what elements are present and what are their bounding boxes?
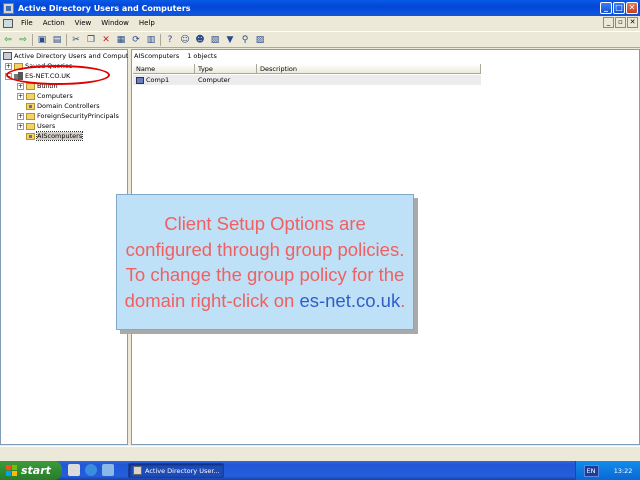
folder-icon <box>26 92 35 100</box>
filter-icon[interactable]: ▼ <box>224 34 236 46</box>
app-icon[interactable] <box>3 2 14 14</box>
details-count: 1 objects <box>187 52 217 60</box>
maximize-button[interactable]: □ <box>613 2 625 14</box>
tree-item-label: Users <box>37 122 56 130</box>
export-icon[interactable]: ▥ <box>145 34 157 46</box>
list-item[interactable]: Comp1 Computer <box>133 75 481 85</box>
system-tray: EN 13:22 <box>575 461 640 480</box>
cell-type: Computer <box>198 76 231 84</box>
ou-folder-icon <box>26 102 35 110</box>
cell-name: Comp1 <box>133 75 195 85</box>
new-group-icon[interactable]: ☻ <box>194 34 206 46</box>
callout-period: . <box>400 289 406 311</box>
menu-action[interactable]: Action <box>38 19 70 27</box>
add-to-group-icon[interactable]: ▨ <box>254 34 266 46</box>
details-header: AIScomputers 1 objects <box>134 52 217 62</box>
show-hide-tree-icon[interactable]: ▤ <box>51 34 63 46</box>
expand-icon[interactable]: + <box>17 112 24 120</box>
mdi-restore-button[interactable]: ▫ <box>615 17 626 28</box>
tree-item-aiscomputers[interactable]: AIScomputers <box>3 131 138 141</box>
clock[interactable]: 13:22 <box>614 467 633 475</box>
menu-bar: File Action View Window Help _ ▫ ✕ <box>0 16 640 30</box>
window-title: Active Directory Users and Computers <box>18 3 191 13</box>
mdi-minimize-button[interactable]: _ <box>603 17 614 28</box>
tree-item-label: AIScomputers <box>35 131 84 141</box>
find-icon[interactable]: ⚲ <box>239 34 251 46</box>
item-name: Comp1 <box>146 76 170 84</box>
tree-item-label: ForeignSecurityPrincipals <box>37 112 119 120</box>
back-icon[interactable]: ⇦ <box>2 34 14 46</box>
tree-item-users[interactable]: + Users <box>3 121 138 131</box>
app-icon <box>133 466 142 475</box>
ou-folder-icon <box>26 132 35 140</box>
callout-text: Client Setup Options are configured thro… <box>117 211 413 313</box>
copy-icon[interactable]: ❐ <box>85 34 97 46</box>
details-path: AIScomputers <box>134 52 180 60</box>
expand-icon[interactable]: + <box>5 62 12 70</box>
menu-file[interactable]: File <box>16 19 38 27</box>
explorer-icon[interactable] <box>102 464 114 476</box>
start-label: start <box>21 464 51 477</box>
cut-icon[interactable]: ✂ <box>70 34 82 46</box>
close-button[interactable]: ✕ <box>626 2 638 14</box>
up-icon[interactable]: ▣ <box>36 34 48 46</box>
quick-launch <box>68 464 114 476</box>
mdi-close-button[interactable]: ✕ <box>627 17 638 28</box>
no-expand-spacer <box>17 132 24 140</box>
tree-item-computers[interactable]: + Computers <box>3 91 138 101</box>
instruction-callout: Client Setup Options are configured thro… <box>116 194 414 330</box>
mdi-window-icon[interactable] <box>2 18 13 28</box>
taskbar-item-label: Active Directory User... <box>145 466 220 475</box>
mdi-controls: _ ▫ ✕ <box>603 17 638 28</box>
start-button[interactable]: start <box>0 461 62 480</box>
toolbar-separator <box>160 33 161 46</box>
expand-icon[interactable]: + <box>17 122 24 130</box>
new-user-icon[interactable]: ☺ <box>179 34 191 46</box>
column-header-description[interactable]: Description <box>257 64 481 74</box>
column-header-name[interactable]: Name <box>133 64 195 74</box>
help-icon[interactable]: ? <box>164 34 176 46</box>
directory-root-icon <box>3 52 12 60</box>
menu-window[interactable]: Window <box>96 19 134 27</box>
tree-root[interactable]: Active Directory Users and Computers <box>3 51 138 61</box>
forward-icon[interactable]: ⇨ <box>17 34 29 46</box>
delete-icon[interactable]: ✕ <box>100 34 112 46</box>
show-desktop-icon[interactable] <box>68 464 80 476</box>
tree-item-domain-controllers[interactable]: Domain Controllers <box>3 101 138 111</box>
refresh-icon[interactable]: ⟳ <box>130 34 142 46</box>
status-bar <box>0 446 640 461</box>
column-header-type[interactable]: Type <box>195 64 257 74</box>
new-ou-icon[interactable]: ▧ <box>209 34 221 46</box>
tree-item-label: Domain Controllers <box>37 102 100 110</box>
tree-item-foreign-security-principals[interactable]: + ForeignSecurityPrincipals <box>3 111 138 121</box>
minimize-button[interactable]: _ <box>600 2 612 14</box>
callout-domain-link: es-net.co.uk <box>299 289 401 311</box>
window-controls: _ □ ✕ <box>600 2 638 14</box>
expand-icon[interactable]: + <box>17 92 24 100</box>
no-expand-spacer <box>17 102 24 110</box>
toolbar-separator <box>66 33 67 46</box>
toolbar: ⇦ ⇨ ▣ ▤ ✂ ❐ ✕ ▦ ⟳ ▥ ? ☺ ☻ ▧ ▼ ⚲ ▨ <box>0 31 640 48</box>
taskbar: start Active Directory User... EN 13:22 <box>0 461 640 480</box>
computer-icon <box>136 76 144 84</box>
toolbar-separator <box>32 33 33 46</box>
tree-item-label: Computers <box>37 92 73 100</box>
windows-logo-icon <box>6 465 17 476</box>
cell-description <box>257 75 481 85</box>
menu-help[interactable]: Help <box>134 19 160 27</box>
taskbar-item-active-directory[interactable]: Active Directory User... <box>128 463 224 478</box>
expand-icon[interactable]: + <box>17 82 24 90</box>
folder-icon <box>26 112 35 120</box>
annotation-circle <box>6 65 110 85</box>
menu-view[interactable]: View <box>70 19 97 27</box>
properties-icon[interactable]: ▦ <box>115 34 127 46</box>
internet-explorer-icon[interactable] <box>85 464 97 476</box>
language-indicator[interactable]: EN <box>583 464 599 477</box>
title-bar: Active Directory Users and Computers _ □… <box>0 0 640 16</box>
folder-icon <box>26 122 35 130</box>
console-tree-pane[interactable]: Active Directory Users and Computers + S… <box>0 49 138 445</box>
column-headers: Name Type Description <box>133 64 481 74</box>
tree-root-label: Active Directory Users and Computers <box>14 52 139 60</box>
